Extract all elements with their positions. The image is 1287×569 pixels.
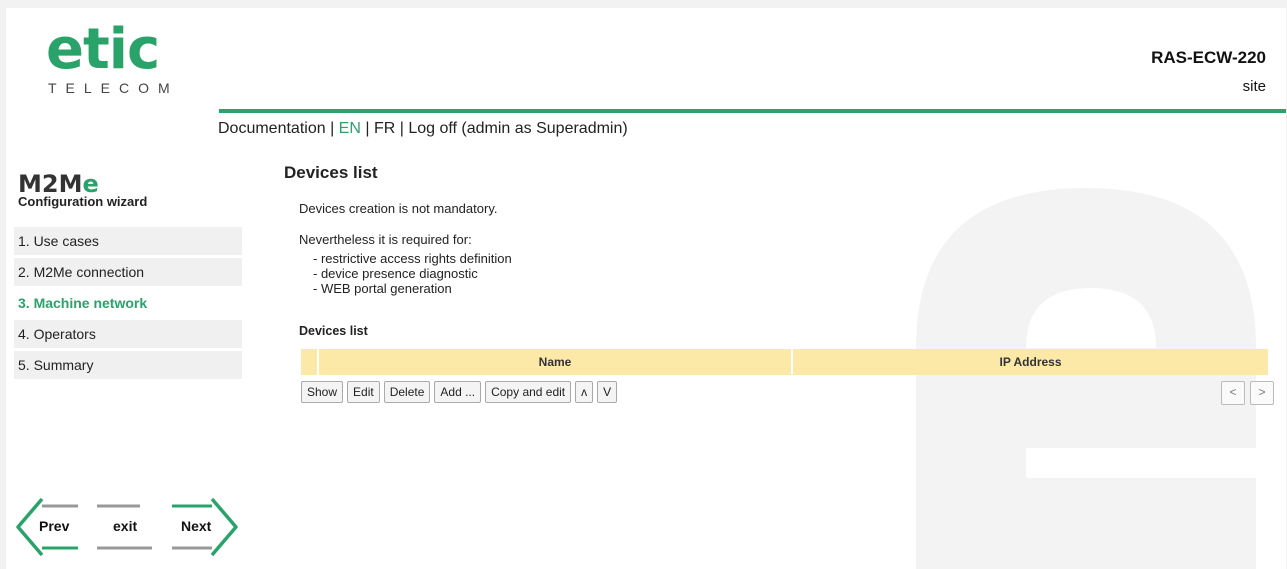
main-content: Devices list Devices creation is not man… xyxy=(284,163,1274,405)
page-title: Devices list xyxy=(284,163,378,182)
wizard-navigation: Prev exit Next xyxy=(12,492,242,562)
wizard-steps: 1. Use cases 2. M2Me connection 3. Machi… xyxy=(14,227,242,382)
prev-button[interactable]: Prev xyxy=(39,518,69,534)
next-button[interactable]: Next xyxy=(181,518,211,534)
logo-mark: etic xyxy=(46,17,160,82)
documentation-link[interactable]: Documentation xyxy=(218,120,326,137)
required-for-text: Nevertheless it is required for: xyxy=(299,232,472,247)
lang-fr-link[interactable]: FR xyxy=(374,120,395,137)
column-header-name[interactable]: Name xyxy=(318,349,793,375)
step-summary[interactable]: 5. Summary xyxy=(14,351,242,379)
move-up-button[interactable]: ʌ xyxy=(575,381,594,403)
intro-text: Devices creation is not mandatory. xyxy=(299,201,498,216)
step-machine-network[interactable]: 3. Machine network xyxy=(14,289,242,317)
add-button[interactable]: Add ... xyxy=(434,381,482,403)
separator: | xyxy=(325,120,339,137)
list-item: - device presence diagnostic xyxy=(313,266,478,281)
top-navigation: Documentation | EN | FR | Log off (admin… xyxy=(218,120,628,138)
show-button[interactable]: Show xyxy=(301,381,344,403)
next-page-button[interactable]: > xyxy=(1250,381,1274,405)
list-item: - WEB portal generation xyxy=(313,281,452,296)
step-m2me-connection[interactable]: 2. M2Me connection xyxy=(14,258,242,286)
m2me-wizard-logo: M2Me Configuration wizard xyxy=(18,172,147,209)
list-item: - restrictive access rights definition xyxy=(313,251,512,266)
pager: < > xyxy=(1216,381,1274,405)
separator: | xyxy=(360,120,374,137)
delete-button[interactable]: Delete xyxy=(383,381,431,403)
column-header-ip-address[interactable]: IP Address xyxy=(792,349,1270,375)
step-use-cases[interactable]: 1. Use cases xyxy=(14,227,242,255)
wizard-subtitle: Configuration wizard xyxy=(18,194,148,209)
edit-button[interactable]: Edit xyxy=(347,381,380,403)
exit-button[interactable]: exit xyxy=(113,518,137,534)
previous-page-button[interactable]: < xyxy=(1221,381,1245,405)
logoff-link[interactable]: Log off (admin as Superadmin) xyxy=(408,120,627,137)
separator: | xyxy=(395,120,409,137)
table-actions: Show Edit Delete Add ... Copy and edit ʌ… xyxy=(284,381,1274,405)
page-frame: etic TELECOM RAS-ECW-220 site Documentat… xyxy=(6,8,1286,569)
logo-subtitle: TELECOM xyxy=(48,80,179,96)
reasons-list: - restrictive access rights definition -… xyxy=(313,251,1274,296)
devices-list-title: Devices list xyxy=(299,324,368,338)
devices-table: Name IP Address xyxy=(301,349,1270,375)
device-site: site xyxy=(1242,78,1266,95)
select-column-header xyxy=(301,349,319,375)
etic-logo[interactable]: etic TELECOM xyxy=(46,17,179,97)
device-model: RAS-ECW-220 xyxy=(1151,48,1266,67)
move-down-button[interactable]: V xyxy=(597,381,618,403)
copy-and-edit-button[interactable]: Copy and edit xyxy=(485,381,572,403)
header-divider xyxy=(219,109,1286,113)
lang-en-link[interactable]: EN xyxy=(339,120,361,137)
step-operators[interactable]: 4. Operators xyxy=(14,320,242,348)
